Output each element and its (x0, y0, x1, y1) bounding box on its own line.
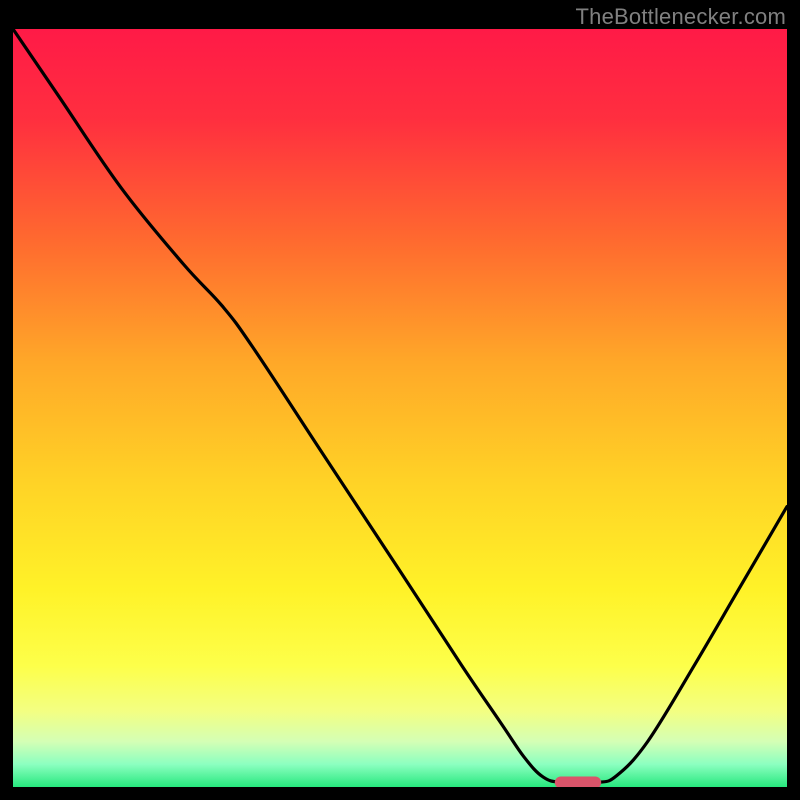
chart-frame (13, 29, 787, 787)
bottleneck-chart (13, 29, 787, 787)
gradient-background (13, 29, 787, 787)
watermark-text: TheBottlenecker.com (576, 4, 786, 30)
optimal-marker (555, 777, 601, 788)
